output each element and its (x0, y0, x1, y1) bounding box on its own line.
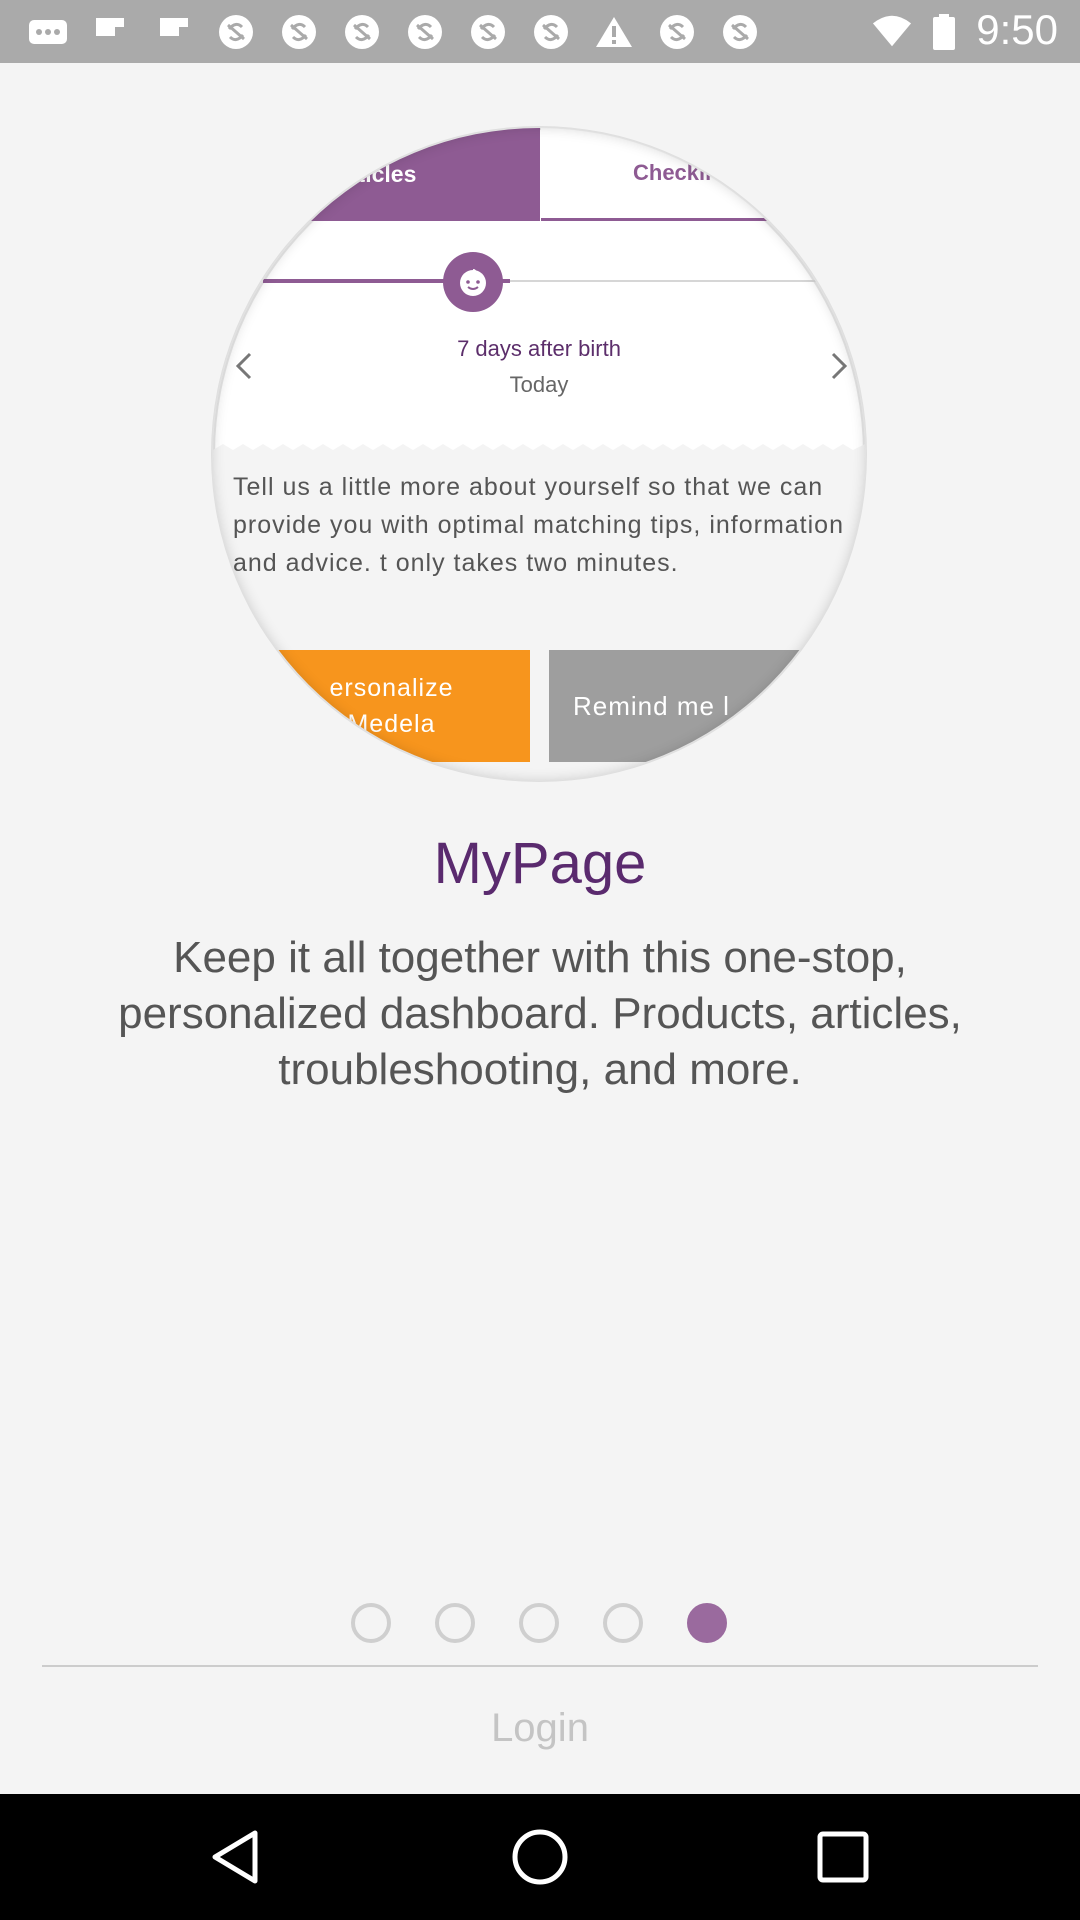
battery-icon (924, 12, 964, 52)
hero-illustration: rticles Checkli 7 days after birth Today… (213, 128, 865, 780)
home-icon[interactable] (505, 1822, 575, 1892)
tab-checklist: Checkli (541, 128, 865, 221)
sync-disabled-icon (342, 12, 382, 52)
baby-face-icon (443, 252, 503, 312)
back-icon[interactable] (200, 1822, 270, 1892)
tab-articles: rticles (213, 128, 540, 221)
tell-us-text: Tell us a little more about yourself so … (233, 473, 844, 577)
days-label: 7 days after birth (457, 336, 621, 361)
sync-disabled-icon (468, 12, 508, 52)
alert-icon (594, 12, 634, 52)
personalize-button: ersonalize Medela (253, 650, 530, 762)
chevron-right-icon (823, 346, 853, 386)
page-title: MyPage (433, 831, 647, 896)
sync-disabled-icon (279, 12, 319, 52)
page-description: Keep it all together with this one-stop,… (118, 933, 962, 1094)
login-button[interactable]: Login (0, 1706, 1080, 1751)
page-dot-3[interactable] (519, 1603, 559, 1643)
wifi-icon (872, 12, 912, 52)
divider (42, 1665, 1038, 1667)
sync-disabled-icon (657, 12, 697, 52)
page-dot-5-active[interactable] (687, 1603, 727, 1643)
sync-disabled-icon (405, 12, 445, 52)
remind-me-button: Remind me l (549, 650, 865, 762)
sync-disabled-icon (531, 12, 571, 52)
sync-disabled-icon (216, 12, 256, 52)
flipboard-icon (90, 12, 130, 52)
status-bar: 9:50 (0, 0, 1080, 63)
more-icon (28, 12, 68, 52)
page-indicator (350, 1603, 730, 1647)
page-dot-1[interactable] (351, 1603, 391, 1643)
sync-disabled-icon (720, 12, 760, 52)
page-dot-4[interactable] (603, 1603, 643, 1643)
status-time: 9:50 (976, 6, 1058, 53)
nav-bar (0, 1794, 1080, 1920)
today-label: Today (509, 372, 569, 397)
recents-icon[interactable] (808, 1822, 878, 1892)
page-dot-2[interactable] (435, 1603, 475, 1643)
flipboard-icon (154, 12, 194, 52)
